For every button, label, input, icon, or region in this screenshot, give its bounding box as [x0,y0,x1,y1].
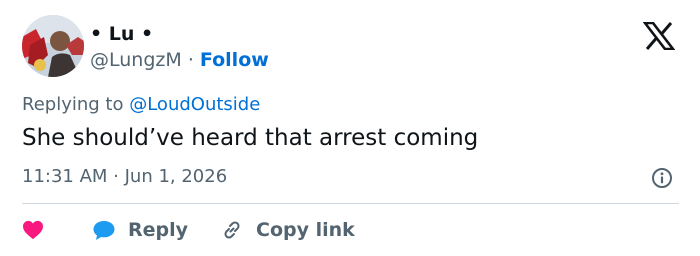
author-handle-row: @LungzM · Follow [90,48,269,72]
speech-bubble-icon [93,221,115,240]
replying-to: Replying to @LoudOutside [22,93,260,117]
x-logo-icon[interactable] [643,22,675,50]
separator-dot: · [187,49,194,71]
reply-button[interactable]: Reply [92,219,188,241]
author-handle[interactable]: @LungzM [90,49,182,71]
tweet-card: • Lu • @LungzM · Follow Replying to @Lou… [0,0,700,256]
author-name[interactable]: • Lu • [90,23,153,45]
copy-link-label: Copy link [256,219,355,241]
reply-label: Reply [128,219,189,241]
divider [22,203,679,204]
heart-icon [23,220,43,240]
replying-prefix: Replying to [22,94,124,115]
like-button[interactable] [22,220,52,240]
copy-link-button[interactable]: Copy link [220,218,355,242]
link-icon [224,221,240,239]
tweet-text: She should’ve heard that arrest coming [22,125,479,151]
follow-button[interactable]: Follow [200,49,269,71]
info-icon[interactable] [651,167,673,189]
tweet-timestamp[interactable]: 11:31 AM · Jun 1, 2026 [22,165,227,189]
avatar[interactable] [22,15,84,77]
replying-handle[interactable]: @LoudOutside [129,94,260,115]
action-bar: Reply Copy link [22,216,355,244]
